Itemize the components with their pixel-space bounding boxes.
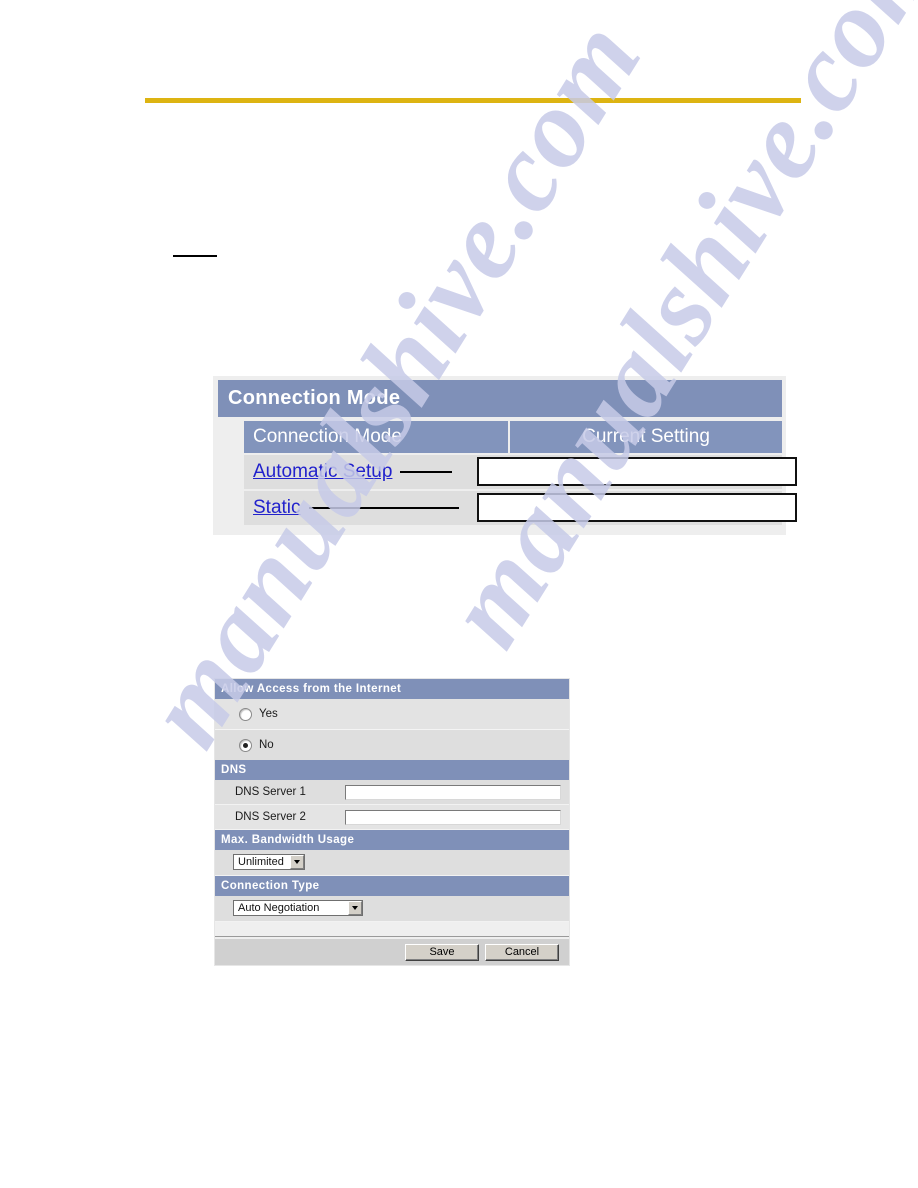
current-setting-value-automatic: [477, 457, 797, 486]
radio-label-yes: Yes: [259, 708, 278, 720]
column-header-mode: Connection Mode: [244, 421, 509, 453]
section-header-allow-access: Allow Access from the Internet: [215, 679, 569, 699]
section-header-max-bandwidth-usage: Max. Bandwidth Usage: [215, 830, 569, 850]
section-header-connection-type: Connection Type: [215, 876, 569, 896]
select-connection-type[interactable]: Auto Negotiation: [233, 900, 363, 916]
connection-mode-panel: Connection Mode Connection Mode Current …: [213, 376, 797, 535]
radio-group-allow-access-no: No: [215, 730, 569, 760]
select-row-bandwidth: Unlimited: [215, 850, 569, 876]
label-dns-server-1: DNS Server 1: [235, 786, 306, 798]
cancel-button[interactable]: Cancel: [485, 943, 559, 961]
leader-line-icon: [400, 471, 453, 473]
connection-mode-title: Connection Mode: [218, 380, 782, 417]
field-row-dns-server-1: DNS Server 1: [215, 780, 569, 805]
settings-form-panel: Allow Access from the Internet Yes No DN…: [214, 678, 570, 966]
section-header-dns: DNS: [215, 760, 569, 780]
radio-icon-yes[interactable]: [239, 707, 252, 721]
connection-mode-table: Connection Mode Current Setting Automati…: [213, 421, 797, 535]
current-setting-value-static: [477, 493, 797, 522]
radio-label-no: No: [259, 739, 274, 751]
link-automatic-setup[interactable]: Automatic Setup: [244, 461, 392, 483]
label-dns-server-2: DNS Server 2: [235, 811, 306, 823]
body-underline-rule: [173, 255, 217, 257]
table-row: Static: [244, 491, 797, 525]
radio-icon-no[interactable]: [239, 738, 252, 752]
watermark-overlay: manualshive.com manualshive.com: [0, 0, 918, 1188]
table-row: Automatic Setup: [244, 455, 797, 489]
input-dns-server-2[interactable]: [345, 809, 561, 825]
chevron-down-icon[interactable]: [289, 855, 304, 869]
table-header-row: Connection Mode Current Setting: [244, 421, 782, 453]
form-divider: [215, 922, 569, 937]
link-static[interactable]: Static: [244, 497, 301, 519]
select-max-bandwidth-usage[interactable]: Unlimited: [233, 854, 305, 870]
select-row-connection-type: Auto Negotiation: [215, 896, 569, 922]
select-value-connection-type: Auto Negotiation: [238, 902, 320, 914]
chevron-down-icon[interactable]: [348, 901, 362, 915]
radio-option-yes[interactable]: Yes: [215, 703, 569, 725]
leader-line-icon: [308, 507, 459, 509]
header-yellow-rule: [145, 98, 801, 103]
select-value-bandwidth: Unlimited: [238, 856, 284, 868]
input-dns-server-1[interactable]: [345, 784, 561, 800]
save-button[interactable]: Save: [405, 943, 479, 961]
radio-option-no[interactable]: No: [215, 734, 569, 756]
radio-group-allow-access: Yes: [215, 699, 569, 730]
column-header-current-setting: Current Setting: [510, 421, 782, 453]
field-row-dns-server-2: DNS Server 2: [215, 805, 569, 830]
form-button-bar: Save Cancel: [215, 937, 569, 965]
